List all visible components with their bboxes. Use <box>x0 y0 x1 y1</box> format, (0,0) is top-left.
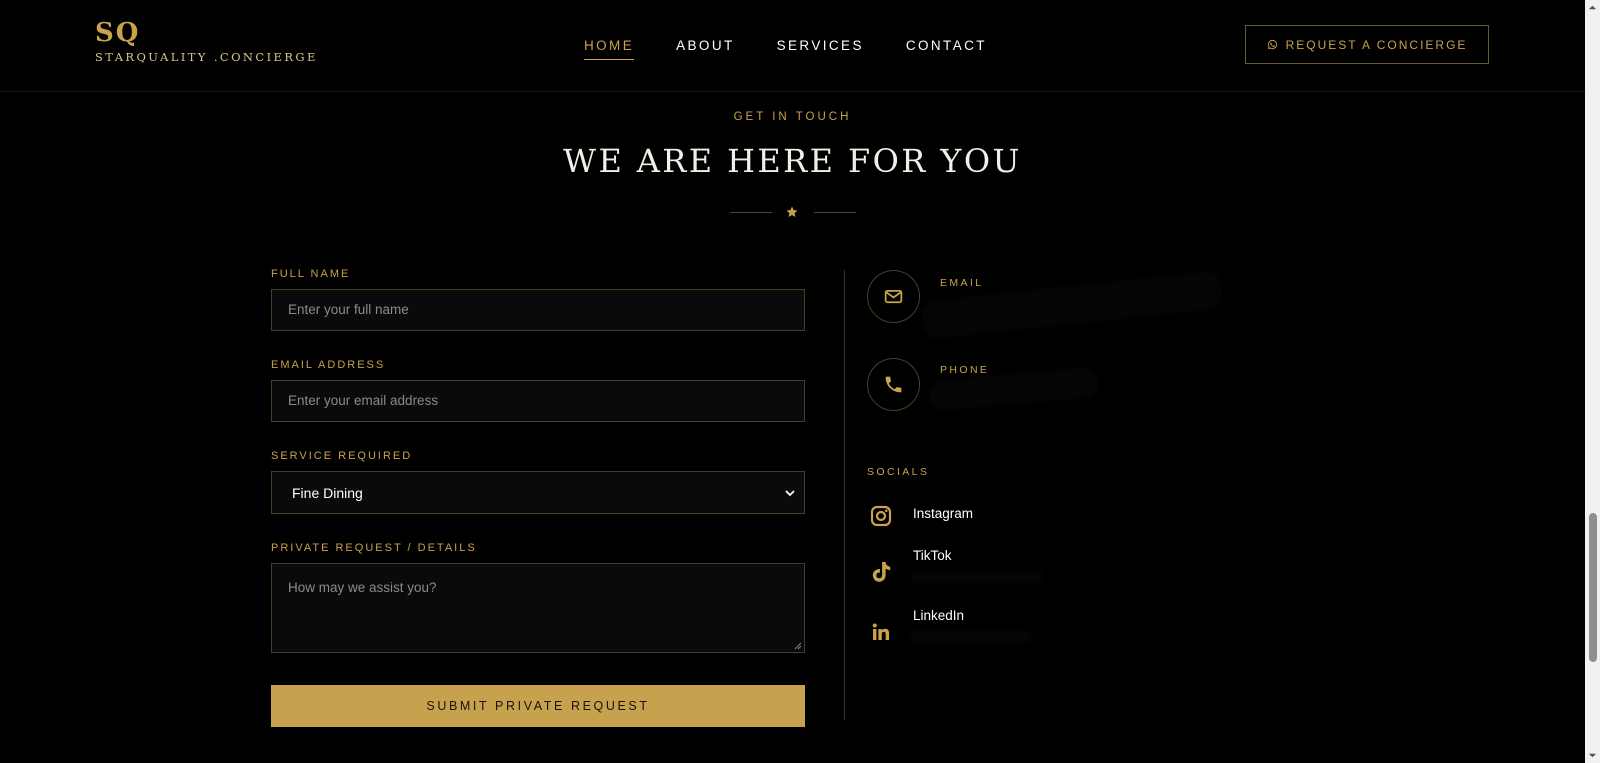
mail-icon <box>884 289 903 304</box>
full-name-label: FULL NAME <box>271 268 351 280</box>
socials-label: SOCIALS <box>867 466 930 478</box>
nav-about[interactable]: ABOUT <box>676 38 735 60</box>
contact-form: FULL NAME Enter your full name EMAIL ADD… <box>271 268 805 727</box>
page-scrollbar[interactable] <box>1585 0 1600 763</box>
title-divider <box>730 205 856 219</box>
logo-text: STARQUALITY .CONCIERGE <box>95 50 318 64</box>
scroll-thumb[interactable] <box>1589 513 1597 662</box>
nav-services[interactable]: SERVICES <box>777 38 864 60</box>
full-name-input[interactable]: Enter your full name <box>271 289 805 331</box>
logo-mark: SQ <box>95 18 141 48</box>
scroll-down-arrow-icon[interactable] <box>1588 751 1597 760</box>
section-title: WE ARE HERE FOR YOU <box>563 142 1022 180</box>
email-label: EMAIL ADDRESS <box>271 359 386 371</box>
phone-label: PHONE <box>940 364 990 376</box>
email-icon-circle <box>867 270 920 323</box>
social-linkedin[interactable]: LinkedIn <box>867 608 1031 644</box>
details-group: PRIVATE REQUEST / DETAILS How may we ass… <box>271 542 805 653</box>
nav-home[interactable]: HOME <box>584 38 635 60</box>
service-select[interactable]: Fine Dining <box>271 471 805 514</box>
phone-icon-circle <box>867 358 920 411</box>
request-concierge-label: REQUEST A CONCIERGE <box>1285 37 1468 52</box>
service-label: SERVICE REQUIRED <box>271 450 413 462</box>
phone-icon <box>885 376 902 393</box>
main-nav: HOME ABOUT SERVICES CONTACT <box>584 38 987 60</box>
star-icon <box>786 206 798 217</box>
details-textarea[interactable]: How may we assist you? <box>271 563 805 653</box>
social-instagram[interactable]: Instagram <box>867 504 973 528</box>
email-input[interactable]: Enter your email address <box>271 380 805 422</box>
linkedin-icon <box>872 623 890 640</box>
tiktok-icon <box>872 562 891 582</box>
scroll-up-arrow-icon[interactable] <box>1588 3 1597 12</box>
submit-button[interactable]: SUBMIT PRIVATE REQUEST <box>271 685 805 727</box>
instagram-label: Instagram <box>913 506 974 521</box>
instagram-icon <box>870 505 892 527</box>
nav-contact[interactable]: CONTACT <box>906 38 987 60</box>
social-tiktok[interactable]: TikTok <box>867 548 1043 584</box>
service-group: SERVICE REQUIRED Fine Dining <box>271 450 805 514</box>
section-eyebrow: GET IN TOUCH <box>733 111 852 123</box>
divider-line-left <box>730 212 772 213</box>
whatsapp-icon <box>1267 39 1277 50</box>
site-header: SQ STARQUALITY .CONCIERGE HOME ABOUT SER… <box>0 0 1585 92</box>
tiktok-label: TikTok <box>913 548 952 563</box>
chevron-down-icon <box>785 489 795 496</box>
tiktok-redaction <box>911 571 1043 583</box>
resize-handle-icon[interactable] <box>794 642 802 650</box>
logo[interactable]: SQ STARQUALITY .CONCIERGE <box>95 18 318 64</box>
linkedin-redaction <box>909 631 1031 643</box>
details-label: PRIVATE REQUEST / DETAILS <box>271 542 477 554</box>
service-select-value: Fine Dining <box>292 484 363 501</box>
divider-line-right <box>814 212 856 213</box>
email-label: EMAIL <box>940 277 984 289</box>
submit-label: SUBMIT PRIVATE REQUEST <box>426 699 650 713</box>
request-concierge-button[interactable]: REQUEST A CONCIERGE <box>1245 25 1489 64</box>
linkedin-label: LinkedIn <box>913 608 965 623</box>
email-group: EMAIL ADDRESS Enter your email address <box>271 359 805 422</box>
full-name-group: FULL NAME Enter your full name <box>271 268 805 331</box>
details-placeholder: How may we assist you? <box>288 580 437 595</box>
column-divider <box>844 270 845 720</box>
